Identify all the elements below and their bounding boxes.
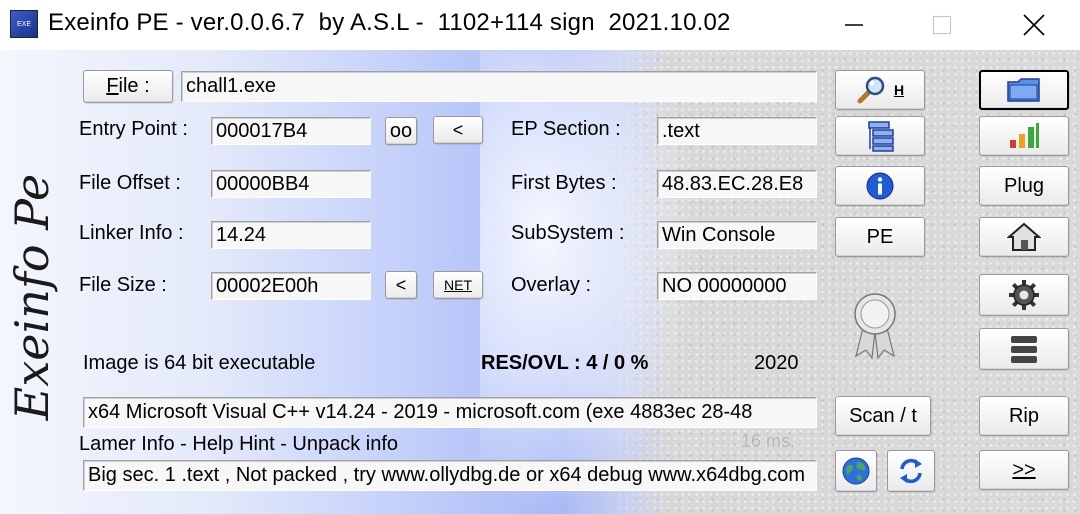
- rip-label: Rip: [1008, 404, 1039, 427]
- net-button-label: NET: [444, 277, 472, 293]
- tree-list-icon: [868, 121, 894, 152]
- subsystem-field[interactable]: Win Console: [657, 221, 817, 249]
- minimize-icon: [845, 24, 863, 26]
- settings-button[interactable]: [979, 274, 1069, 316]
- lamer-info-link[interactable]: Lamer Info - Help Hint - Unpack info: [79, 433, 398, 456]
- info-icon: [866, 172, 894, 200]
- file-size-field[interactable]: 00002E00h: [211, 272, 371, 300]
- info-button[interactable]: [835, 166, 925, 206]
- search-hex-label: H: [893, 82, 905, 98]
- stack-icon: [1011, 336, 1037, 363]
- web-button[interactable]: [835, 450, 877, 492]
- main-panel: Exeinfo Pe File : chall1.exe Entry Point…: [0, 50, 1080, 514]
- net-button[interactable]: NET: [433, 271, 483, 299]
- sections-button[interactable]: [835, 116, 925, 156]
- app-icon[interactable]: EXE: [10, 10, 38, 38]
- exeinfo-logo: Exeinfo Pe: [5, 173, 59, 421]
- gear-icon: [1009, 280, 1039, 310]
- file-size-label: File Size :: [79, 274, 167, 296]
- close-icon: [1023, 14, 1045, 36]
- refresh-button[interactable]: [887, 450, 935, 492]
- overlay-field[interactable]: NO 00000000: [657, 272, 817, 300]
- search-hex-button[interactable]: H: [835, 70, 925, 110]
- hint-field[interactable]: Big sec. 1 .text , Not packed , try www.…: [83, 460, 817, 491]
- bar-chart-icon: [1010, 123, 1039, 148]
- subsystem-label: SubSystem :: [511, 222, 625, 244]
- next-button[interactable]: >>: [979, 450, 1069, 490]
- oo-button[interactable]: oo: [385, 117, 417, 145]
- file-button[interactable]: File :: [83, 70, 173, 103]
- statistics-button[interactable]: [979, 116, 1069, 156]
- entry-point-label: Entry Point :: [79, 118, 188, 140]
- title-bar: EXE Exeinfo PE - ver.0.0.6.7 by A.S.L - …: [0, 0, 1080, 50]
- pe-button[interactable]: PE: [835, 217, 925, 257]
- next-label: >>: [1012, 458, 1036, 481]
- refresh-icon: [900, 458, 922, 484]
- entry-point-field[interactable]: 000017B4: [211, 117, 371, 145]
- home-icon: [1007, 222, 1041, 251]
- overlay-label: Overlay :: [511, 274, 592, 296]
- file-button-label: ile :: [118, 75, 150, 97]
- scan-time-text: 16 ms.: [741, 431, 796, 451]
- file-offset-label: File Offset :: [79, 172, 181, 194]
- year-text: 2020: [754, 352, 799, 374]
- res-ovl-text: RES/OVL : 4 / 0 %: [481, 352, 649, 374]
- menu-button[interactable]: [979, 328, 1069, 370]
- maximize-button[interactable]: [902, 0, 982, 50]
- image-bits-text: Image is 64 bit executable: [83, 352, 316, 374]
- globe-icon: [842, 457, 870, 485]
- home-button[interactable]: [979, 217, 1069, 257]
- entry-point-back-button[interactable]: <: [433, 116, 483, 144]
- award-ribbon-icon: [850, 290, 900, 360]
- first-bytes-label: First Bytes :: [511, 172, 617, 194]
- close-button[interactable]: [994, 0, 1074, 50]
- detection-result-field[interactable]: x64 Microsoft Visual C++ v14.24 - 2019 -…: [83, 397, 817, 428]
- first-bytes-field[interactable]: 48.83.EC.28.E8: [657, 170, 817, 198]
- linker-info-label: Linker Info :: [79, 222, 184, 244]
- ep-section-label: EP Section :: [511, 118, 621, 140]
- file-button-hotkey: F: [106, 75, 119, 97]
- plugins-label: Plug: [1003, 174, 1045, 197]
- scan-button[interactable]: Scan / t: [835, 396, 931, 436]
- file-path-field[interactable]: chall1.exe: [181, 71, 817, 102]
- ep-section-field[interactable]: .text: [657, 117, 817, 145]
- rip-button[interactable]: Rip: [979, 396, 1069, 436]
- file-offset-field[interactable]: 00000BB4: [211, 170, 371, 198]
- folder-icon: [1007, 78, 1040, 102]
- linker-info-field[interactable]: 14.24: [211, 221, 371, 249]
- magnifier-icon: [857, 76, 885, 104]
- file-size-back-button[interactable]: <: [385, 271, 417, 299]
- plugins-button[interactable]: Plug: [979, 166, 1069, 206]
- open-file-button[interactable]: [979, 70, 1069, 110]
- maximize-icon: [932, 15, 952, 35]
- minimize-button[interactable]: [814, 0, 894, 50]
- window-title: Exeinfo PE - ver.0.0.6.7 by A.S.L - 1102…: [48, 9, 731, 36]
